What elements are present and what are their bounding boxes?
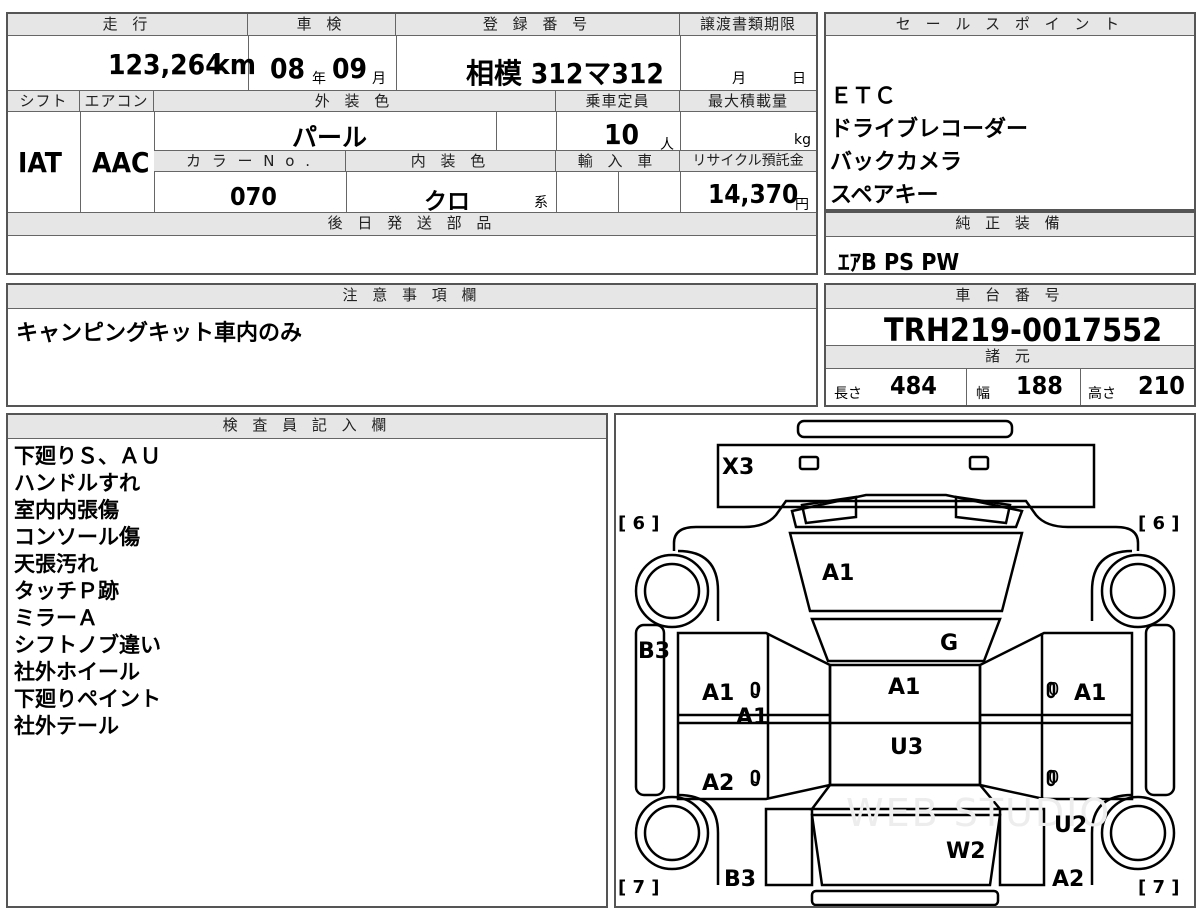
inspector-panel: 検 査 員 記 入 欄 下廻りＳ、ＡＵ ハンドルすれ 室内内張傷 コンソール傷 … <box>6 413 608 908</box>
transfer-month-unit: 月 <box>732 71 746 87</box>
mark-left-front-door: A1 <box>702 681 735 706</box>
inspection-header: 車 検 <box>248 14 396 36</box>
sales-points-panel: セ ー ル ス ポ イ ン ト ＥＴＣ ドライブレコーダー バックカメラ スペア… <box>824 12 1196 211</box>
genuine-equipment-value: ｴｱB PS PW <box>838 250 960 276</box>
interior-color-unit: 系 <box>534 195 548 211</box>
bracket-bottom-right: [ 7 ] <box>1138 877 1180 898</box>
inspection-month: 09 <box>332 52 368 85</box>
inspector-item: 社外テール <box>14 714 119 738</box>
bracket-top-right: [ 6 ] <box>1138 513 1180 534</box>
recycle-header: リサイクル預託金 <box>680 150 816 172</box>
capacity-header: 乗車定員 <box>556 90 680 112</box>
mark-tailgate: W2 <box>946 839 986 864</box>
color-no-value: 070 <box>230 182 277 211</box>
length-value: 484 <box>890 371 937 400</box>
summary-table: 走 行 車 検 登 録 番 号 譲渡書類期限 123,264 km 08 年 0… <box>6 12 818 275</box>
inspection-year: 08 <box>270 52 306 85</box>
mark-zero-left-rear: 0 <box>750 767 762 788</box>
mileage-unit: km <box>213 48 256 81</box>
transfer-header: 譲渡書類期限 <box>680 14 816 36</box>
sales-point-item: ＥＴＣ <box>830 84 897 109</box>
height-label: 高さ <box>1088 386 1116 402</box>
inspector-item: ミラーＡ <box>14 606 98 630</box>
recycle-unit: 円 <box>795 197 809 213</box>
mark-left-side: B3 <box>638 639 671 664</box>
inspector-item: 下廻りペイント <box>14 687 161 711</box>
notes-panel: 注 意 事 項 欄 キャンピングキット車内のみ <box>6 283 818 407</box>
import-header: 輸 入 車 <box>556 150 680 172</box>
sales-point-item: ドライブレコーダー <box>830 117 1029 142</box>
chassis-value: TRH219-0017552 <box>884 311 1163 349</box>
chassis-panel: 車 台 番 号 TRH219-0017552 諸 元 長さ 484 幅 188 … <box>824 283 1196 407</box>
bracket-bottom-left: [ 7 ] <box>618 877 660 898</box>
transfer-day-unit: 日 <box>792 71 806 87</box>
length-label: 長さ <box>834 386 862 402</box>
mileage-header: 走 行 <box>8 14 248 36</box>
inspection-year-unit: 年 <box>312 71 326 87</box>
later-parts-header: 後 日 発 送 部 品 <box>8 212 816 236</box>
interior-color-value: クロ <box>424 189 470 215</box>
inspector-header: 検 査 員 記 入 欄 <box>8 415 606 439</box>
registration-header: 登 録 番 号 <box>396 14 680 36</box>
notes-header: 注 意 事 項 欄 <box>8 285 816 309</box>
aircon-value: AAC <box>92 146 150 179</box>
mark-zero-left-front: 0 <box>750 679 762 700</box>
specs-header: 諸 元 <box>826 345 1194 369</box>
mark-left-front-door-inner: A1 <box>736 705 769 730</box>
inspector-item: ハンドルすれ <box>14 471 140 495</box>
aircon-header: エアコン <box>80 90 154 112</box>
capacity-value: 10 <box>604 118 640 151</box>
sales-points-header: セ ー ル ス ポ イ ン ト <box>826 14 1194 36</box>
mark-hood: A1 <box>822 561 855 586</box>
shift-value: IAT <box>18 146 62 179</box>
inspection-month-unit: 月 <box>372 71 386 87</box>
exterior-color-header: 外 装 色 <box>154 90 556 112</box>
width-value: 188 <box>1016 371 1063 400</box>
mileage-value: 123,264 <box>108 48 223 81</box>
registration-value: 相模 312マ312 <box>466 57 664 90</box>
mark-top-x3: X3 <box>722 455 755 480</box>
mark-right-rear: U2 <box>1054 813 1088 838</box>
genuine-equipment-panel: 純 正 装 備 ｴｱB PS PW <box>824 211 1196 276</box>
mark-roof: A1 <box>888 675 921 700</box>
sales-points-list: ＥＴＣ ドライブレコーダー バックカメラ スペアキー <box>830 80 1028 212</box>
mark-left-rear-door: A2 <box>702 771 735 796</box>
mark-right-front-door: A1 <box>1074 681 1107 706</box>
inspector-item: 天張汚れ <box>14 552 98 576</box>
interior-color-header: 内 装 色 <box>346 150 556 172</box>
inspector-item: 社外ホイール <box>14 660 140 684</box>
genuine-equipment-header: 純 正 装 備 <box>826 213 1194 237</box>
mark-zero-right-front: 0 <box>1048 679 1060 700</box>
max-load-unit: kg <box>794 132 811 148</box>
max-load-header: 最大積載量 <box>680 90 816 112</box>
mark-zero-right-rear: 0 <box>1048 767 1060 788</box>
mark-left-bottom: B3 <box>724 867 757 892</box>
inspector-list: 下廻りＳ、ＡＵ ハンドルすれ 室内内張傷 コンソール傷 天張汚れ タッチＰ跡 ミ… <box>14 443 161 740</box>
inspector-item: 下廻りＳ、ＡＵ <box>14 444 161 468</box>
color-no-header: カ ラ ー N o . <box>154 150 346 172</box>
car-diagram-panel: WEB STUDIO X3 [ 6 ] [ 6 ] [ 7 ] [ 7 ] A1… <box>614 413 1196 908</box>
mark-right-bottom: A2 <box>1052 867 1085 892</box>
sales-point-item: スペアキー <box>830 183 939 208</box>
mark-glass: G <box>940 631 959 656</box>
recycle-value: 14,370 <box>708 180 799 210</box>
exterior-color-value: パール <box>292 123 368 152</box>
bracket-top-left: [ 6 ] <box>618 513 660 534</box>
sales-point-item: バックカメラ <box>830 150 963 175</box>
width-label: 幅 <box>976 386 990 402</box>
notes-value: キャンピングキット車内のみ <box>16 321 303 346</box>
height-value: 210 <box>1138 371 1185 400</box>
inspector-item: タッチＰ跡 <box>14 579 119 603</box>
inspector-item: 室内内張傷 <box>14 498 119 522</box>
mark-roof-rear: U3 <box>890 735 924 760</box>
inspector-item: シフトノブ違い <box>14 633 161 657</box>
shift-header: シフト <box>8 90 80 112</box>
inspector-item: コンソール傷 <box>14 525 140 549</box>
chassis-header: 車 台 番 号 <box>826 285 1194 309</box>
